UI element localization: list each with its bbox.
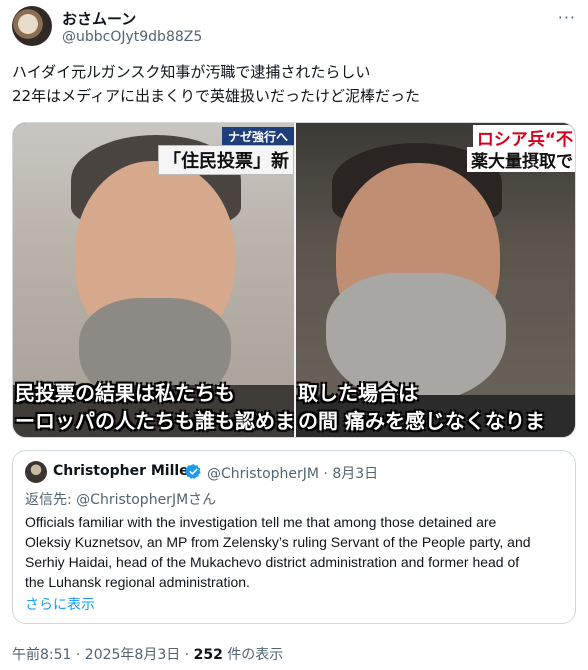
quoted-tweet[interactable]: Christopher Miller @ChristopherJM · 8月3日… (12, 450, 576, 624)
media-left-panel: ナゼ強行へ 「住民投票」新 民投票の結果は私たちも ーロッパの人たちも誰も認めま (13, 123, 294, 437)
quoted-text-line: Officials familiar with the investigatio… (25, 514, 497, 530)
subtitle-line: ーロッパの人たちも誰も認めま (15, 409, 294, 433)
caption-tag-top: ナゼ強行へ (221, 127, 294, 146)
subtitle-line: の間 痛みを感じなくなりま (298, 409, 545, 433)
quoted-handle-date: @ChristopherJM · 8月3日 (207, 466, 379, 482)
quoted-text-line: Serhiy Haidai, head of the Mukachevo dis… (25, 554, 520, 570)
reply-to-label: 返信先: @ChristopherJMさん (25, 492, 217, 508)
quoted-text: Officials familiar with the investigatio… (25, 512, 565, 592)
subtitle-line: 民投票の結果は私たちも (15, 381, 235, 405)
quoted-avatar (25, 461, 47, 483)
media-right-panel: ロシア兵“不 薬大量摂取で 取した場合は の間 痛みを感じなくなりま (296, 123, 575, 437)
subtitle-line: 取した場合は (298, 381, 418, 405)
caption-tag-main: 薬大量摂取で (467, 147, 575, 172)
more-options-icon[interactable]: ··· (558, 8, 576, 27)
quoted-text-line: the Luhansk regional administration. (25, 574, 250, 590)
view-count: 252 (193, 647, 223, 663)
view-suffix: 件の表示 (222, 647, 284, 663)
verified-badge-icon (185, 464, 201, 479)
author-handle[interactable]: @ubbcOJyt9db88Z5 (62, 29, 202, 45)
timestamp[interactable]: 午前8:51 · 2025年8月3日 · (12, 647, 194, 663)
quoted-text-line: Oleksiy Kuznetsov, an MP from Zelensky’s… (25, 534, 531, 550)
media-image[interactable]: ナゼ強行へ 「住民投票」新 民投票の結果は私たちも ーロッパの人たちも誰も認めま… (12, 122, 576, 438)
author-display-name[interactable]: おさムーン (62, 8, 136, 29)
show-more-link[interactable]: さらに表示 (25, 594, 95, 614)
avatar[interactable] (12, 6, 52, 46)
quoted-author-name: Christopher Miller (53, 463, 196, 479)
caption-tag-main: 「住民投票」新 (158, 145, 294, 175)
tweet-text: ハイダイ元ルガンスク知事が汚職で逮捕されたらしい 22年はメディアに出まくりで英… (12, 60, 572, 108)
tweet-text-line: ハイダイ元ルガンスク知事が汚職で逮捕されたらしい (12, 63, 371, 81)
tweet-header: おさムーン @ubbcOJyt9db88Z5 ··· (12, 6, 576, 50)
tweet-text-line: 22年はメディアに出まくりで英雄扱いだったけど泥棒だった (12, 87, 421, 105)
tweet-meta: 午前8:51 · 2025年8月3日 · 252 件の表示 (12, 644, 283, 664)
